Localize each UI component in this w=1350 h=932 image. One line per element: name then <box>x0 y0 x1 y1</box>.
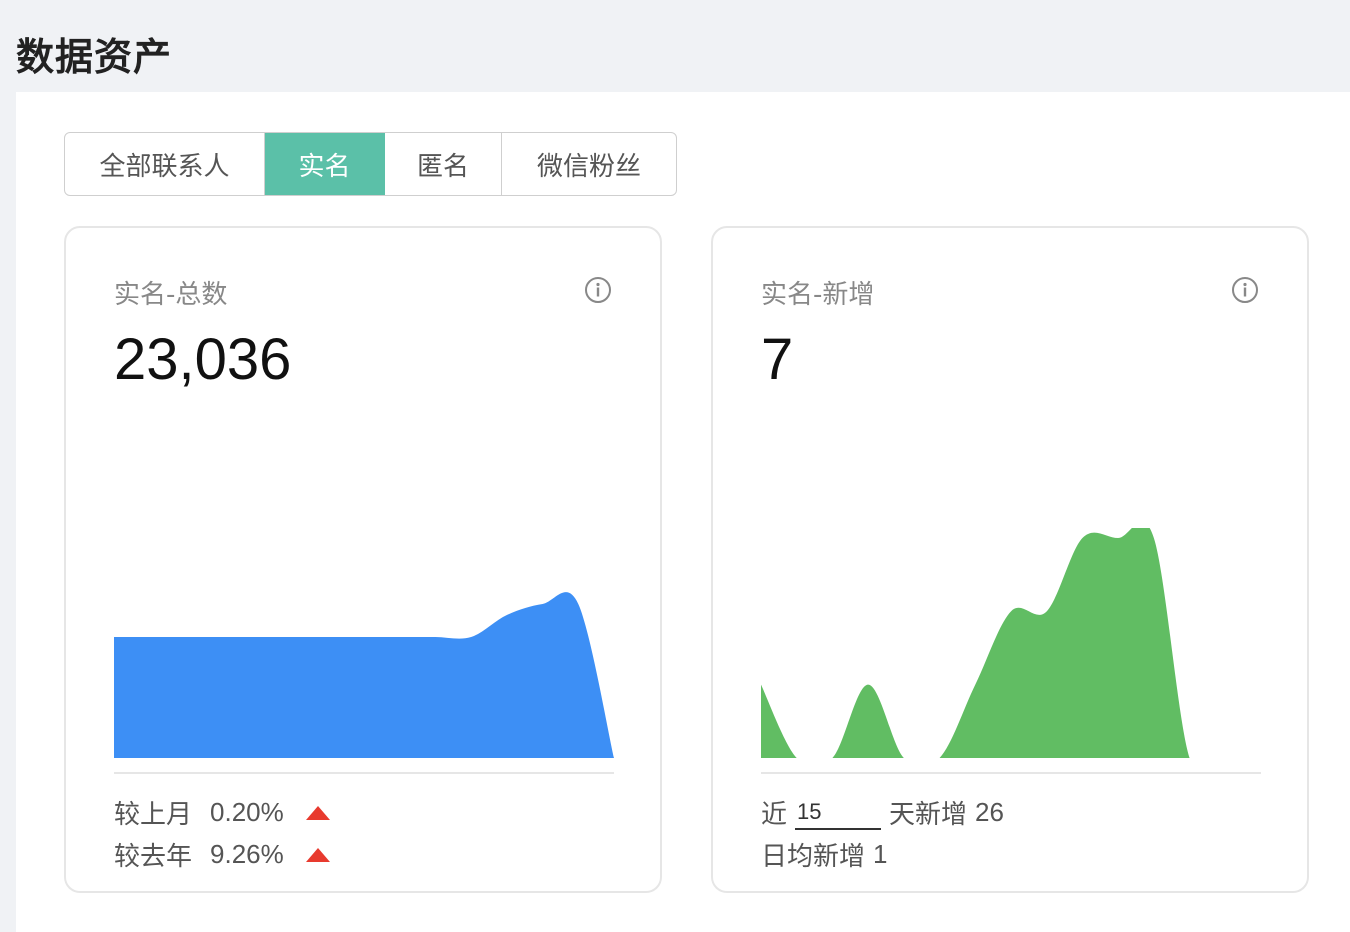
daily-label: 日均新增 <box>761 842 866 872</box>
divider <box>114 772 614 774</box>
page-title: 数据资产 <box>16 35 173 79</box>
new-trend-chart <box>761 528 1261 758</box>
total-count: 23,036 <box>114 327 292 392</box>
mom-value: 0.20% <box>210 797 284 827</box>
tab-all-contacts[interactable]: 全部联系人 <box>65 133 265 195</box>
tab-wechat-fans[interactable]: 微信粉丝 <box>502 133 676 195</box>
tab-real-name[interactable]: 实名 <box>265 133 385 195</box>
new-count: 7 <box>761 327 794 392</box>
info-icon[interactable] <box>584 276 612 304</box>
real-name-new-card: 实名-新增 7 近 天新增 26 日均新增 1 <box>711 226 1309 893</box>
total-trend-chart <box>114 592 614 758</box>
recent-suffix: 天新增 <box>889 800 968 830</box>
recent-days-input[interactable] <box>795 795 882 830</box>
up-arrow-icon <box>305 847 330 862</box>
daily-value: 1 <box>873 839 888 869</box>
divider <box>761 772 1261 774</box>
real-name-total-card: 实名-总数 23,036 较上月 0.20% 较去年 9.26% <box>64 226 662 893</box>
card-title: 实名-新增 <box>761 280 875 310</box>
card-title: 实名-总数 <box>114 280 228 310</box>
yoy-row: 较去年 9.26% <box>114 836 330 873</box>
yoy-value: 9.26% <box>210 839 284 869</box>
mom-row: 较上月 0.20% <box>114 794 330 831</box>
total-area <box>114 592 614 758</box>
recent-prefix: 近 <box>761 800 788 830</box>
info-icon[interactable] <box>1231 276 1259 304</box>
mom-label: 较上月 <box>114 800 193 830</box>
recent-count: 26 <box>975 797 1004 827</box>
recent-days-row: 近 天新增 26 <box>761 794 1004 831</box>
yoy-label: 较去年 <box>114 842 193 872</box>
up-arrow-icon <box>305 805 330 820</box>
new-area <box>761 528 1261 758</box>
daily-average-row: 日均新增 1 <box>761 836 887 873</box>
tab-anonymous[interactable]: 匿名 <box>385 133 502 195</box>
data-asset-panel: 全部联系人 实名 匿名 微信粉丝 实名-总数 23,036 较上月 0.20% … <box>16 92 1350 932</box>
contact-type-tabs: 全部联系人 实名 匿名 微信粉丝 <box>64 132 677 196</box>
